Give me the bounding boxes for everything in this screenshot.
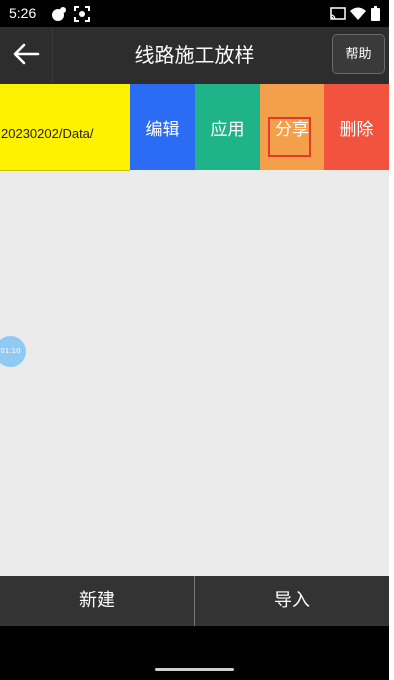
help-button[interactable]: 帮助	[332, 34, 385, 74]
share-button[interactable]: 分享	[260, 84, 324, 170]
wifi-icon	[350, 6, 366, 25]
status-time: 5:26	[9, 5, 37, 21]
home-gesture-handle[interactable]	[155, 668, 234, 671]
back-button[interactable]	[0, 27, 53, 84]
navigation-bar	[0, 626, 389, 680]
bottom-bar: 新建 导入	[0, 576, 389, 626]
list-item[interactable]: 20230202/Data/ 编辑 应用 分享 删除	[0, 84, 389, 171]
row-divider	[0, 170, 130, 171]
battery-icon	[371, 6, 380, 25]
cast-icon	[330, 6, 346, 25]
app-bar: 线路施工放样 帮助	[0, 27, 389, 84]
apply-button[interactable]: 应用	[195, 84, 260, 170]
page-title: 线路施工放样	[134, 43, 255, 67]
edit-button[interactable]: 编辑	[130, 84, 195, 170]
delete-button[interactable]: 删除	[324, 84, 389, 170]
screen: 5:26 线路施工放样 帮助 20230202/Data/ 编辑 应用 分享 删…	[0, 0, 389, 680]
import-button[interactable]: 导入	[195, 576, 389, 626]
right-margin	[389, 0, 394, 680]
new-button[interactable]: 新建	[0, 576, 194, 626]
back-arrow-icon	[12, 42, 40, 70]
list-item-path-cell[interactable]: 20230202/Data/	[0, 84, 130, 170]
screen-capture-icon	[74, 6, 90, 26]
status-bar: 5:26	[0, 0, 389, 27]
list-item-path: 20230202/Data/	[1, 126, 94, 141]
notification-icon	[51, 6, 67, 26]
floating-timer-bubble[interactable]: 01:10	[0, 336, 26, 367]
